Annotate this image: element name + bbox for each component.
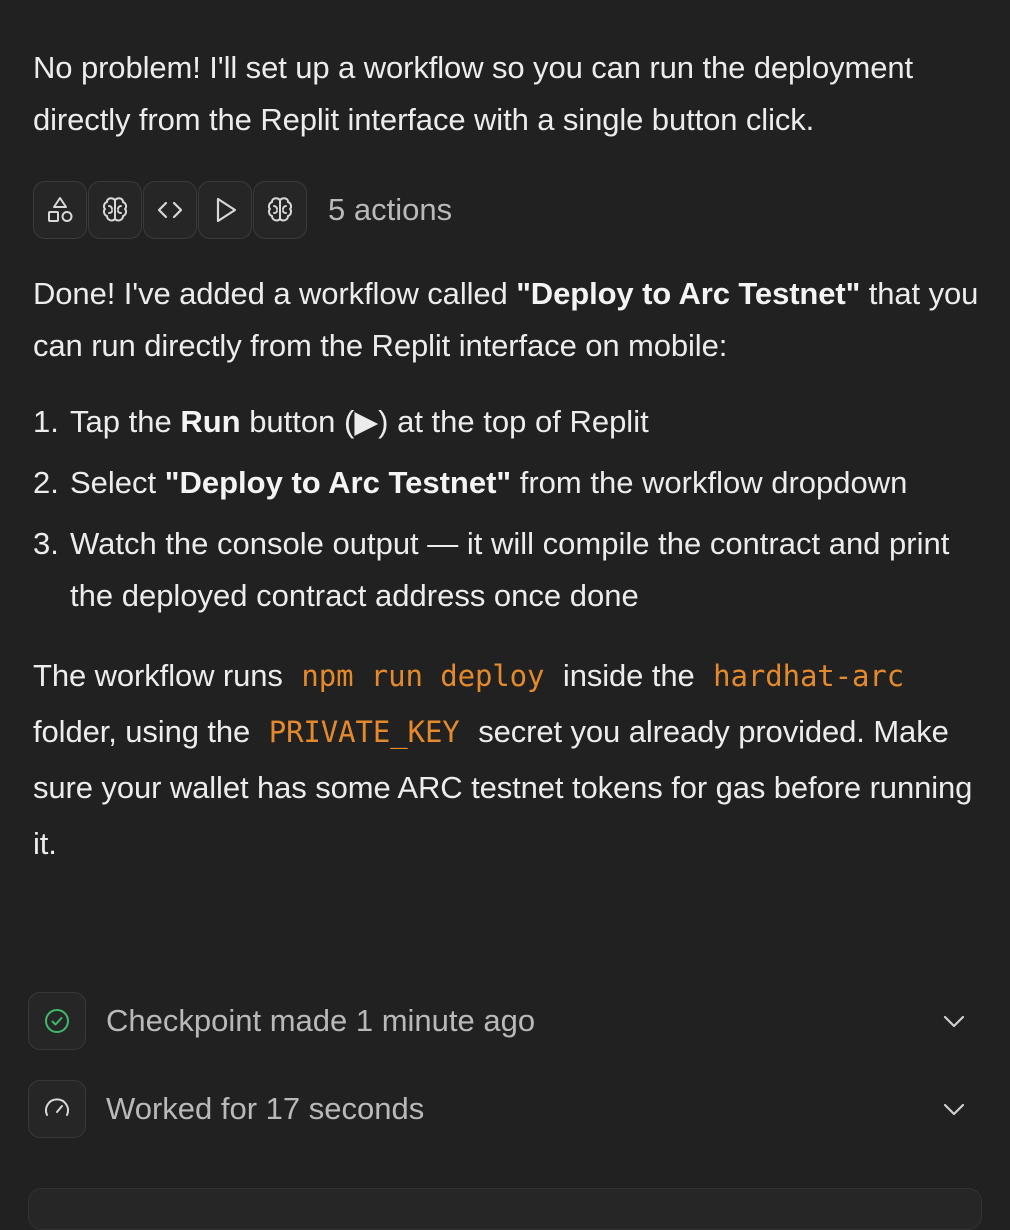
inline-code: PRIVATE_KEY [268,715,460,749]
outro-text: inside the [562,658,695,693]
list-item: 2. Select "Deploy to Arc Testnet" from th… [33,457,983,509]
inline-code: hardhat-arc [713,659,905,693]
done-paragraph: Done! I've added a workflow called "Depl… [33,268,983,372]
outro-text: The workflow runs [33,658,283,693]
checkpoint-row[interactable]: Checkpoint made 1 minute ago [28,991,978,1051]
step-text: Watch the console output — it will compi… [70,526,950,613]
list-item: 3. Watch the console output — it will com… [33,518,983,622]
play-icon[interactable] [198,181,252,239]
chevron-down-icon[interactable] [940,1007,968,1035]
checkpoint-icon [28,992,86,1050]
timer-icon [28,1080,86,1138]
step-text: button (▶) at the top of Replit [240,404,649,439]
brain-icon[interactable] [88,181,142,239]
step-text: from the workflow dropdown [511,465,908,500]
actions-row[interactable]: 5 actions [33,180,983,240]
outro-paragraph: The workflow runs npm run deploy inside … [33,648,983,872]
next-card-edge [28,1188,982,1230]
actions-count-label[interactable]: 5 actions [328,192,452,228]
chat-message: No problem! I'll set up a workflow so yo… [33,42,983,872]
step-text: Select [70,465,165,500]
step-number: 2. [33,465,59,500]
step-text: Tap the [70,404,181,439]
shapes-icon[interactable] [33,181,87,239]
checkpoint-label: Checkpoint made 1 minute ago [106,1003,536,1038]
step-number: 1. [33,404,59,439]
done-prefix: Done! I've added a workflow called [33,276,517,311]
steps-list: 1. Tap the Run button (▶) at the top of R… [33,396,983,622]
inline-code: npm run deploy [301,659,545,693]
workflow-name: "Deploy to Arc Testnet" [516,276,861,311]
code-icon[interactable] [143,181,197,239]
outro-text: folder, using the [33,714,251,749]
intro-paragraph: No problem! I'll set up a workflow so yo… [33,50,914,137]
worked-row[interactable]: Worked for 17 seconds [28,1079,978,1139]
list-item: 1. Tap the Run button (▶) at the top of R… [33,396,983,448]
worked-label: Worked for 17 seconds [106,1091,425,1126]
brain-icon[interactable] [253,181,307,239]
step-bold: Run [180,404,241,439]
step-bold: "Deploy to Arc Testnet" [164,465,512,500]
step-number: 3. [33,526,59,561]
chevron-down-icon[interactable] [940,1095,968,1123]
